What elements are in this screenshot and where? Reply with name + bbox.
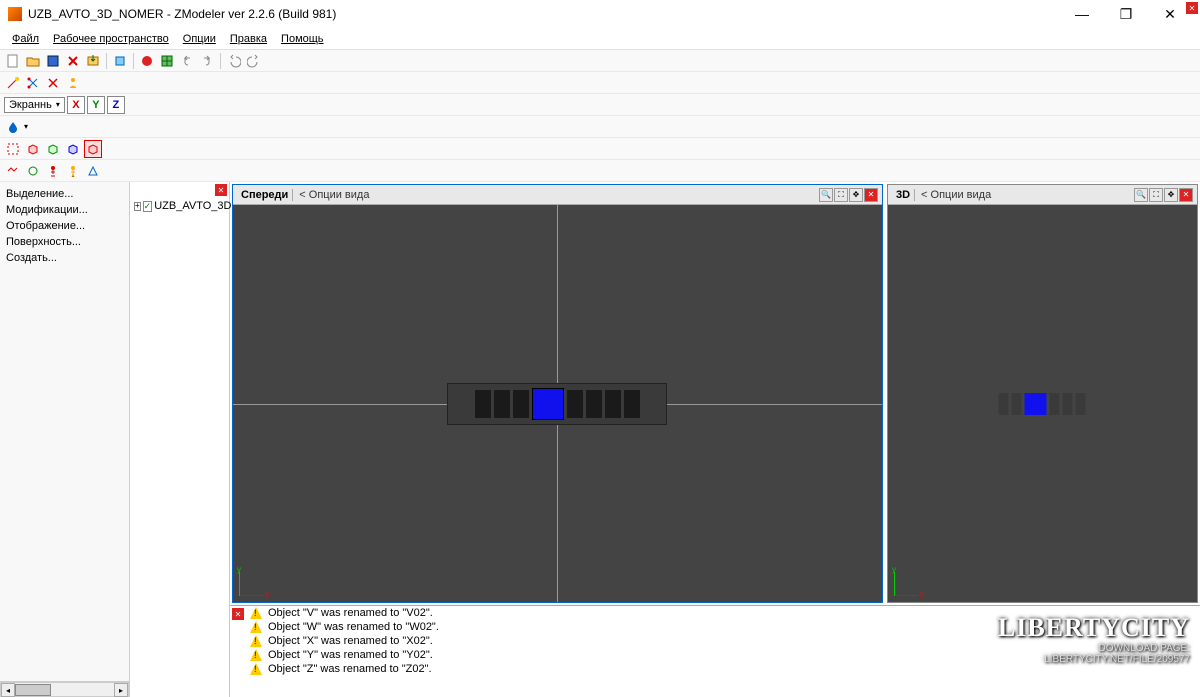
warning-icon	[250, 663, 262, 675]
scroll-thumb[interactable]	[15, 684, 51, 696]
tool-icon[interactable]	[111, 52, 129, 70]
scroll-right-icon[interactable]: ▸	[114, 683, 128, 697]
menu-workspace[interactable]: Рабочее пространство	[47, 31, 175, 47]
undo2-icon[interactable]	[225, 52, 243, 70]
model-plate-3d	[999, 393, 1086, 415]
vp-fit-icon[interactable]: ⛶	[1149, 188, 1163, 202]
vp-pan-icon[interactable]: ✥	[1164, 188, 1178, 202]
axis-indicator: xy	[894, 566, 924, 596]
axis-mode-label: Экраннь	[9, 99, 52, 111]
panel-close-icon[interactable]: ✕	[215, 184, 227, 196]
viewport-options[interactable]: < Опции вида	[299, 189, 369, 201]
mode5-icon[interactable]	[84, 162, 102, 180]
viewport-options[interactable]: < Опции вида	[921, 189, 991, 201]
vp-close-icon[interactable]: ✕	[1179, 188, 1193, 202]
cube1-icon[interactable]	[24, 140, 42, 158]
watermark-line2: LIBERTYCITY.NET/FILE/209577	[998, 654, 1190, 665]
left-row-selection[interactable]: Выделение...	[0, 186, 129, 202]
vp-pan-icon[interactable]: ✥	[849, 188, 863, 202]
cube2-icon[interactable]	[44, 140, 62, 158]
wand-icon[interactable]	[4, 74, 22, 92]
undo-icon[interactable]	[178, 52, 196, 70]
new-file-icon[interactable]	[4, 52, 22, 70]
scrollbar[interactable]: ◂ ▸	[0, 682, 129, 697]
scissors-icon[interactable]	[24, 74, 42, 92]
warning-icon	[250, 649, 262, 661]
drop-icon[interactable]	[4, 118, 22, 136]
mode2-icon[interactable]	[24, 162, 42, 180]
mode4-icon[interactable]	[64, 162, 82, 180]
axis-z-button[interactable]: Z	[107, 96, 125, 114]
maximize-button[interactable]: ❐	[1104, 0, 1148, 28]
tree-root-label: UZB_AVTO_3D	[154, 200, 231, 212]
cube4-icon[interactable]	[84, 140, 102, 158]
chevron-down-icon[interactable]: ▾	[24, 122, 28, 131]
mode1-icon[interactable]	[4, 162, 22, 180]
stop-icon[interactable]	[138, 52, 156, 70]
left-row-surface[interactable]: Поверхность...	[0, 234, 129, 250]
menu-edit[interactable]: Правка	[224, 31, 273, 47]
panel-close-icon[interactable]: ✕	[1186, 2, 1198, 14]
tree-root[interactable]: + ✓ UZB_AVTO_3D	[130, 198, 229, 214]
left-row-display[interactable]: Отображение...	[0, 218, 129, 234]
viewport-canvas-front[interactable]: xy	[233, 205, 882, 602]
tree-checkbox[interactable]: ✓	[143, 201, 153, 212]
viewport-name: Спереди	[237, 189, 293, 201]
warning-icon	[250, 635, 262, 647]
cut-icon[interactable]	[44, 74, 62, 92]
viewport-front[interactable]: Спереди < Опции вида 🔍 ⛶ ✥ ✕	[232, 184, 883, 603]
menu-options[interactable]: Опции	[177, 31, 222, 47]
scroll-left-icon[interactable]: ◂	[1, 683, 15, 697]
window-title: UZB_AVTO_3D_NOMER - ZModeler ver 2.2.6 (…	[28, 7, 1060, 21]
chevron-down-icon: ▾	[56, 100, 60, 109]
watermark-brand: LIBERTYCITY	[998, 613, 1190, 643]
viewport-name: 3D	[892, 189, 915, 201]
mode3-icon[interactable]	[44, 162, 62, 180]
vp-close-icon[interactable]: ✕	[864, 188, 878, 202]
redo2-icon[interactable]	[245, 52, 263, 70]
open-icon[interactable]	[24, 52, 42, 70]
vp-zoom-icon[interactable]: 🔍	[1134, 188, 1148, 202]
viewport-canvas-3d[interactable]: xy	[888, 205, 1197, 602]
watermark: LIBERTYCITY DOWNLOAD PAGE: LIBERTYCITY.N…	[998, 613, 1190, 665]
axis-indicator: xy	[239, 566, 269, 596]
save-icon[interactable]	[44, 52, 62, 70]
cube3-icon[interactable]	[64, 140, 82, 158]
axis-x-button[interactable]: X	[67, 96, 85, 114]
tree-expand-icon[interactable]: +	[134, 202, 141, 211]
viewport-3d[interactable]: 3D < Опции вида 🔍 ⛶ ✥ ✕	[887, 184, 1198, 603]
app-icon	[8, 7, 22, 21]
axis-mode-dropdown[interactable]: Экраннь ▾	[4, 97, 65, 113]
vp-zoom-icon[interactable]: 🔍	[819, 188, 833, 202]
warning-icon	[250, 621, 262, 633]
watermark-line1: DOWNLOAD PAGE:	[998, 643, 1190, 654]
grid-icon[interactable]	[158, 52, 176, 70]
import-icon[interactable]	[84, 52, 102, 70]
panel-close-icon[interactable]: ✕	[232, 608, 244, 620]
delete-icon[interactable]	[64, 52, 82, 70]
person-icon[interactable]	[64, 74, 82, 92]
warning-icon	[250, 607, 262, 619]
menu-file[interactable]: Файл	[6, 31, 45, 47]
minimize-button[interactable]: —	[1060, 0, 1104, 28]
left-row-create[interactable]: Создать...	[0, 250, 129, 266]
axis-y-button[interactable]: Y	[87, 96, 105, 114]
menu-help[interactable]: Помощь	[275, 31, 330, 47]
redo-icon[interactable]	[198, 52, 216, 70]
select-icon[interactable]	[4, 140, 22, 158]
left-row-modifications[interactable]: Модификации...	[0, 202, 129, 218]
vp-fit-icon[interactable]: ⛶	[834, 188, 848, 202]
model-plate	[447, 383, 667, 425]
